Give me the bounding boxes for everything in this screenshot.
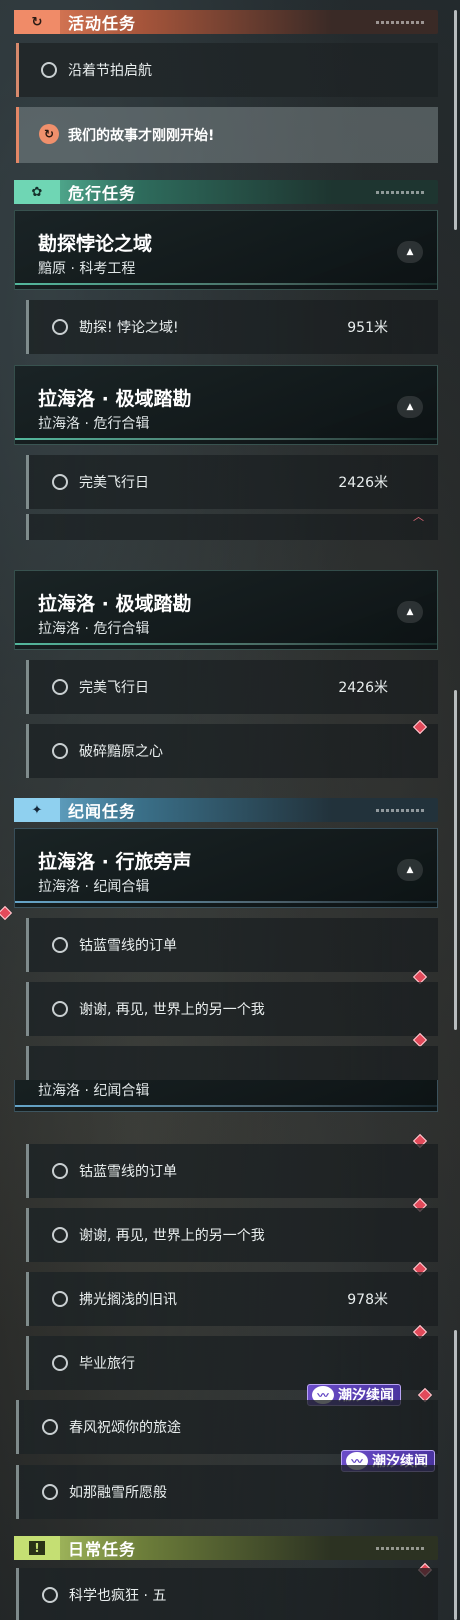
section-title: 纪闻任务 [68, 802, 137, 821]
circle-icon [42, 1419, 58, 1435]
quest-label: 钴蓝雪线的订单 [79, 938, 177, 954]
quest-label: 勘探! 悖论之域! [79, 320, 179, 336]
section-header-story[interactable]: ✦ 纪闻任务 [14, 798, 438, 822]
scrollbar[interactable] [454, 10, 457, 230]
circle-icon [41, 62, 57, 78]
danger-icon: ✿ [14, 180, 60, 204]
circle-icon [52, 474, 68, 490]
quest-label: 破碎黯原之心 [79, 744, 163, 760]
quest-row-partial [26, 1046, 438, 1080]
group-title: 勘探悖论之域 [38, 233, 153, 255]
circle-icon [42, 1587, 58, 1603]
quest-label: 谢谢, 再见, 世界上的另一个我 [79, 1002, 265, 1018]
section-title: 危行任务 [68, 184, 137, 203]
quest-row[interactable]: 完美飞行日 2426米 [26, 660, 438, 714]
quest-row[interactable]: 钴蓝雪线的订单 [26, 918, 438, 972]
exclamation-icon: ! [14, 1536, 60, 1560]
collapse-arrow-icon[interactable]: ▲ [397, 241, 423, 263]
quest-distance: 951米 [347, 320, 388, 336]
quest-distance: 978米 [347, 1292, 388, 1308]
story-icon: ✦ [14, 798, 60, 822]
quest-row[interactable]: 完美飞行日 2426米 [26, 455, 438, 509]
group-subtitle: 拉海洛 · 纪闻合辑 [38, 879, 150, 895]
quest-group-card[interactable]: 拉海洛 · 极域踏勘 拉海洛 · 危行合辑 ▲ [14, 365, 438, 445]
quest-label: 春风祝颂你的旅途 [69, 1420, 181, 1436]
quest-row[interactable]: 勘探! 悖论之域! 951米 [26, 300, 438, 354]
group-subtitle: 拉海洛 · 危行合辑 [38, 416, 150, 432]
circle-icon [52, 1291, 68, 1307]
section-title: 日常任务 [68, 1540, 137, 1559]
scroll-up-icon[interactable]: ︿ [413, 508, 424, 524]
quest-group-card[interactable]: 拉海洛 · 行旅旁声 拉海洛 · 纪闻合辑 ▲ [14, 828, 438, 908]
quest-label: 完美飞行日 [79, 680, 149, 696]
header-decoration [376, 20, 426, 24]
quest-panel-view-2: 拉海洛 · 极域踏勘 拉海洛 · 危行合辑 ▲ 完美飞行日 2426米 破碎黯原… [0, 540, 460, 1080]
quest-row[interactable]: 钴蓝雪线的订单 [26, 1144, 438, 1198]
quest-row[interactable]: 沿着节拍启航 [16, 43, 438, 97]
group-title: 拉海洛 · 行旅旁声 [38, 851, 192, 873]
section-header-daily[interactable]: ! 日常任务 [14, 1536, 438, 1560]
circle-icon [52, 1355, 68, 1371]
header-decoration [376, 190, 426, 194]
group-title: 拉海洛 · 极域踏勘 [38, 388, 192, 410]
quest-group-card[interactable]: 勘探悖论之域 黯原 · 科考工程 ▲ [14, 210, 438, 290]
section-header-activity[interactable]: ↻ 活动任务 [14, 10, 438, 34]
quest-label: 毕业旅行 [79, 1356, 135, 1372]
section-title: 活动任务 [68, 14, 137, 33]
quest-row[interactable]: 科学也疯狂 · 五 [16, 1568, 438, 1620]
circle-icon [52, 937, 68, 953]
scrollbar[interactable] [454, 690, 457, 1030]
circle-icon [52, 1163, 68, 1179]
group-subtitle: 拉海洛 · 危行合辑 [38, 621, 150, 637]
circle-icon [52, 679, 68, 695]
tracked-quest-row[interactable]: ↻ 我们的故事才刚刚开始! [16, 107, 438, 163]
section-header-danger[interactable]: ✿ 危行任务 [14, 180, 438, 204]
quest-row[interactable]: 毕业旅行 [26, 1336, 438, 1390]
quest-panel-view-1: ↻ 活动任务 沿着节拍启航 ↻ 我们的故事才刚刚开始! ✿ 危行任务 勘探悖论之… [0, 0, 460, 540]
quest-label: 钴蓝雪线的订单 [79, 1164, 177, 1180]
circle-icon [42, 1484, 58, 1500]
quest-label: 完美飞行日 [79, 475, 149, 491]
group-subtitle: 黯原 · 科考工程 [38, 261, 136, 277]
circle-icon [52, 1001, 68, 1017]
quest-label: 沿着节拍启航 [68, 63, 152, 79]
header-decoration [376, 1546, 426, 1550]
quest-label: 科学也疯狂 · 五 [69, 1588, 167, 1604]
quest-row[interactable]: 谢谢, 再见, 世界上的另一个我 [26, 1208, 438, 1262]
header-decoration [376, 808, 426, 812]
quest-label: 拂光搁浅的旧讯 [79, 1292, 177, 1308]
activity-icon: ↻ [14, 10, 60, 34]
quest-row[interactable]: 如那融雪所愿般 [16, 1465, 438, 1519]
quest-label: 我们的故事才刚刚开始! [68, 128, 215, 144]
quest-group-card[interactable]: 拉海洛 · 纪闻合辑 [14, 1080, 438, 1112]
circle-icon [52, 1227, 68, 1243]
quest-panel-view-3: 拉海洛 · 纪闻合辑 钴蓝雪线的订单 谢谢, 再见, 世界上的另一个我 拂光搁浅… [0, 1080, 460, 1620]
collapse-arrow-icon[interactable]: ▲ [397, 601, 423, 623]
quest-row[interactable]: 拂光搁浅的旧讯 978米 [26, 1272, 438, 1326]
quest-row[interactable]: 春风祝颂你的旅途 [16, 1400, 438, 1454]
quest-label: 如那融雪所愿般 [69, 1485, 167, 1501]
scrollbar[interactable] [454, 1330, 457, 1620]
quest-row-partial [26, 514, 438, 540]
quest-row[interactable]: 谢谢, 再见, 世界上的另一个我 [26, 982, 438, 1036]
circle-icon [52, 743, 68, 759]
group-title: 拉海洛 · 极域踏勘 [38, 593, 192, 615]
marker-diamond-icon [0, 905, 13, 921]
quest-group-card[interactable]: 拉海洛 · 极域踏勘 拉海洛 · 危行合辑 ▲ [14, 570, 438, 650]
refresh-icon: ↻ [39, 124, 59, 144]
collapse-arrow-icon[interactable]: ▲ [397, 859, 423, 881]
group-subtitle: 拉海洛 · 纪闻合辑 [38, 1083, 150, 1099]
quest-distance: 2426米 [338, 680, 388, 696]
circle-icon [52, 319, 68, 335]
collapse-arrow-icon[interactable]: ▲ [397, 396, 423, 418]
quest-label: 谢谢, 再见, 世界上的另一个我 [79, 1228, 265, 1244]
quest-row[interactable]: 破碎黯原之心 [26, 724, 438, 778]
quest-distance: 2426米 [338, 475, 388, 491]
